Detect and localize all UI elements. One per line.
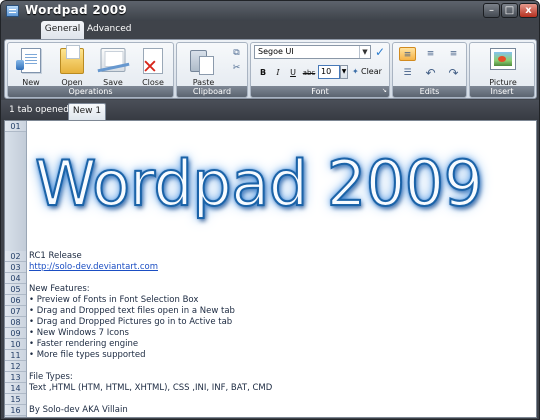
- document-line: By Solo-dev AKA Villain: [29, 405, 128, 415]
- chevron-down-icon[interactable]: ▼: [359, 46, 370, 58]
- bullets-button[interactable]: ☰: [399, 66, 416, 80]
- clear-format-button[interactable]: ✦ Clear: [352, 65, 387, 79]
- open-tab-count: 1 tab opened: [9, 105, 69, 115]
- line-number: 08: [5, 317, 26, 328]
- picture-icon: [490, 48, 516, 70]
- document-line: • More file types supported: [29, 350, 146, 360]
- line-number: 13: [5, 372, 26, 383]
- document-tab-new-1[interactable]: New 1: [68, 103, 106, 120]
- open-folder-icon: [60, 45, 84, 74]
- font-size-input[interactable]: 10: [318, 65, 340, 79]
- red-x-icon: ✕: [142, 56, 158, 78]
- save-button[interactable]: Save: [94, 46, 132, 87]
- paste-sheet-icon: [198, 56, 214, 75]
- line-number: 12: [5, 361, 26, 372]
- ribbon: New Open Save ✕ Close Operations Paste ⧉…: [4, 39, 537, 99]
- paste-button[interactable]: Paste: [182, 46, 225, 87]
- line-number: 14: [5, 383, 26, 394]
- font-group-title: Font: [311, 87, 329, 96]
- copy-icon[interactable]: ⧉: [230, 48, 243, 59]
- redo-icon[interactable]: ↷: [445, 66, 462, 80]
- document-editor[interactable]: 01 02 03 04 05 06 07 08 09 10 11 12 13 1…: [4, 120, 537, 418]
- line-number: 06: [5, 295, 26, 306]
- line-number: 15: [5, 394, 26, 405]
- new-document-icon: [16, 48, 41, 73]
- document-line: New Features:: [29, 284, 90, 294]
- align-left-button[interactable]: ≡: [399, 47, 416, 61]
- line-number: 04: [5, 273, 26, 284]
- document-tab-strip: 1 tab opened New 1: [1, 100, 539, 120]
- window-title: Wordpad 2009: [25, 3, 128, 17]
- font-family-select[interactable]: Segoe UI ▼: [254, 45, 371, 59]
- clear-format-label: Clear: [361, 67, 382, 76]
- font-group: Segoe UI ▼ ✓ B I U abc 10 ▼ ✦ Clear Font ↘: [250, 42, 390, 98]
- open-button[interactable]: Open: [53, 45, 91, 87]
- clear-format-icon: ✦: [352, 67, 359, 76]
- line-number: 02: [5, 251, 26, 262]
- application-icon: [6, 5, 19, 17]
- line-number: 16: [5, 405, 26, 416]
- font-group-label: Font ↘: [251, 86, 389, 97]
- operations-group-label: Operations: [8, 86, 173, 97]
- document-line: Text ,HTML (HTM, HTML, XHTML), CSS ,INI,…: [29, 383, 273, 393]
- wordpad-window: Wordpad 2009 – □ x General Advanced New …: [0, 0, 540, 420]
- font-dialog-launcher-icon[interactable]: ↘: [382, 85, 387, 96]
- document-link[interactable]: http://solo-dev.deviantart.com: [29, 262, 158, 273]
- document-line: File Types:: [29, 372, 73, 382]
- picture-button[interactable]: Picture: [482, 46, 524, 87]
- italic-button[interactable]: I: [271, 66, 285, 80]
- align-center-button[interactable]: ≡: [422, 47, 439, 61]
- new-button[interactable]: New: [12, 46, 50, 87]
- document-line: RC1 Release: [29, 251, 82, 261]
- document-content[interactable]: Wordpad 2009 RC1 Release http://solo-dev…: [29, 121, 536, 417]
- ribbon-tab-bar: General Advanced: [1, 21, 539, 39]
- line-number: 10: [5, 339, 26, 350]
- checkmark-icon[interactable]: ✓: [374, 45, 386, 59]
- font-size-chevron-icon[interactable]: ▼: [340, 65, 348, 79]
- line-number: 11: [5, 350, 26, 361]
- close-window-button[interactable]: x: [519, 3, 538, 18]
- line-number: 09: [5, 328, 26, 339]
- line-number: 05: [5, 284, 26, 295]
- document-line: • Preview of Fonts in Font Selection Box: [29, 295, 199, 305]
- underline-button[interactable]: U: [286, 66, 300, 80]
- font-family-value: Segoe UI: [258, 47, 294, 56]
- document-line: • Faster rendering engine: [29, 339, 139, 349]
- document-title-text: Wordpad 2009: [34, 146, 484, 221]
- scissors-icon[interactable]: ✂: [230, 63, 243, 74]
- clipboard-group: Paste ⧉ ✂ Clipboard: [176, 42, 248, 98]
- document-line: • Drag and Dropped text files open in a …: [29, 306, 235, 316]
- close-document-button[interactable]: ✕ Close: [134, 46, 172, 87]
- maximize-button[interactable]: □: [501, 3, 518, 18]
- minimize-button[interactable]: –: [483, 3, 500, 18]
- bold-button[interactable]: B: [256, 66, 270, 80]
- line-number: 01: [5, 121, 26, 132]
- close-document-icon: ✕: [142, 48, 163, 78]
- line-number: 07: [5, 306, 26, 317]
- document-line: • New Windows 7 Icons: [29, 328, 129, 338]
- tab-general[interactable]: General: [41, 21, 84, 39]
- edits-group-label: Edits: [393, 86, 466, 97]
- document-line: • Drag and Dropped Pictures go in to Act…: [29, 317, 233, 327]
- operations-group: New Open Save ✕ Close Operations: [7, 42, 174, 98]
- line-number-gutter: 01 02 03 04 05 06 07 08 09 10 11 12 13 1…: [5, 121, 27, 417]
- undo-icon[interactable]: ↶: [422, 66, 439, 80]
- align-right-button[interactable]: ≡: [445, 47, 462, 61]
- edits-group: ≡ ≡ ≡ ☰ ↶ ↷ Edits: [392, 42, 467, 98]
- title-bar[interactable]: Wordpad 2009 – □ x: [1, 1, 539, 21]
- strikethrough-button[interactable]: abc: [301, 66, 317, 80]
- insert-group: Picture Insert: [469, 42, 535, 98]
- clipboard-paste-icon: [189, 48, 219, 76]
- clipboard-group-label: Clipboard: [177, 86, 247, 97]
- save-icon: [100, 48, 126, 72]
- insert-group-label: Insert: [470, 86, 534, 97]
- tab-advanced[interactable]: Advanced: [87, 21, 131, 39]
- line-number: 03: [5, 262, 26, 273]
